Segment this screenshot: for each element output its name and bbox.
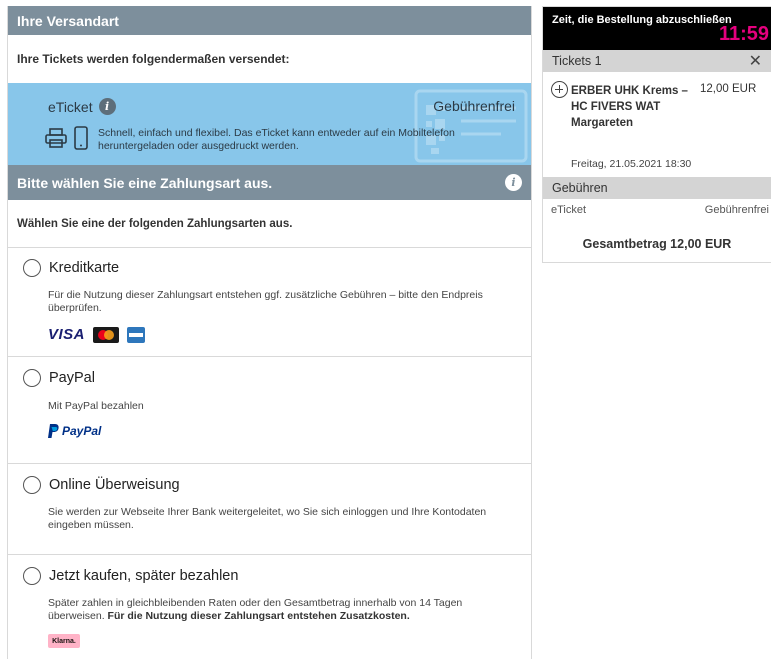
ticket-event-name: ERBER UHK Krems – HC FIVERS WAT Margaret… xyxy=(571,85,688,129)
checkout-main: Ihre Versandart Ihre Tickets werden folg… xyxy=(7,6,532,659)
radio-banktransfer[interactable] xyxy=(23,476,41,494)
payment-method-row[interactable]: PayPal xyxy=(23,369,95,387)
payment-method-description: Sie werden zur Webseite Ihrer Bank weite… xyxy=(48,506,487,531)
ticket-date: Freitag, 21.05.2021 18:30 xyxy=(571,158,692,170)
eticket-label: eTicket xyxy=(48,98,93,115)
eticket-fee: Gebührenfrei xyxy=(433,98,515,114)
order-total: Gesamtbetrag 12,00 EUR xyxy=(582,236,732,251)
visa-logo: VISA xyxy=(48,326,86,343)
payment-method-name: Kreditkarte xyxy=(49,260,120,276)
fee-value: Gebührenfrei xyxy=(704,204,769,216)
klarna-wordmark: Klarna. xyxy=(52,637,76,645)
mastercard-logo xyxy=(93,326,120,343)
eticket-description: Schnell, einfach und flexibel. Das eTick… xyxy=(98,127,455,152)
payment-method-row[interactable]: Jetzt kaufen, später bezahlen xyxy=(23,567,238,585)
amex-logo xyxy=(127,326,146,343)
paypal-logo: PayPal xyxy=(48,424,101,438)
payment-info-icon[interactable]: i xyxy=(505,174,522,191)
ticket-price: 12,00 EUR xyxy=(700,83,757,95)
payment-header-title: Bitte wählen Sie eine Zahlungsart aus. xyxy=(17,174,273,191)
radio-creditcard[interactable] xyxy=(23,259,41,277)
shipping-header: Ihre Versandart xyxy=(8,6,531,35)
close-icon[interactable]: ✕ xyxy=(749,51,762,71)
eticket-title: eTicket i xyxy=(48,98,116,115)
radio-klarna[interactable] xyxy=(23,567,41,585)
payment-header: Bitte wählen Sie eine Zahlungsart aus. i xyxy=(8,165,531,200)
payment-method-creditcard[interactable]: Kreditkarte Für die Nutzung dieser Zahlu… xyxy=(8,248,531,357)
payment-subtitle-text: Wählen Sie eine der folgenden Zahlungsar… xyxy=(17,217,293,230)
info-icon[interactable]: i xyxy=(98,98,116,115)
payment-method-description: Mit PayPal bezahlen xyxy=(48,400,144,412)
paypal-p-icon xyxy=(48,424,59,438)
timer-value: 11:59 xyxy=(718,23,769,45)
eticket-icons xyxy=(45,126,88,150)
payment-method-name: Online Überweisung xyxy=(49,477,180,493)
payment-subtitle: Wählen Sie eine der folgenden Zahlungsar… xyxy=(8,200,531,248)
payment-method-name: PayPal xyxy=(49,370,95,386)
payment-method-name: Jetzt kaufen, später bezahlen xyxy=(49,568,239,584)
radio-paypal[interactable] xyxy=(23,369,41,387)
payment-method-banktransfer[interactable]: Online Überweisung Sie werden zur Websei… xyxy=(8,464,531,555)
klarna-logo: Klarna. xyxy=(48,634,80,648)
payment-method-klarna[interactable]: Jetzt kaufen, später bezahlen Später zah… xyxy=(8,555,531,659)
shipping-subtitle: Ihre Tickets werden folgendermaßen verse… xyxy=(8,35,531,83)
mobile-phone-icon xyxy=(74,126,88,150)
paypal-wordmark: PayPal xyxy=(62,424,102,438)
printer-icon xyxy=(45,128,67,148)
timer-label: Zeit, die Bestellung abzuschließen xyxy=(552,14,732,26)
card-logos: VISA xyxy=(48,326,146,343)
shipping-header-title: Ihre Versandart xyxy=(17,12,119,29)
fees-header-label: Gebühren xyxy=(552,181,608,195)
fees-header: Gebühren xyxy=(543,177,771,199)
payment-method-row[interactable]: Online Überweisung xyxy=(23,476,180,494)
countdown-timer: Zeit, die Bestellung abzuschließen 11:59 xyxy=(543,7,771,50)
payment-method-description: Später zahlen in gleichbleibenden Raten … xyxy=(48,597,508,623)
klarna-description-bold: Für die Nutzung dieser Zahlungsart entst… xyxy=(107,610,410,622)
tickets-header-label: Tickets 1 xyxy=(552,54,602,68)
payment-method-row[interactable]: Kreditkarte xyxy=(23,259,119,277)
expand-plus-icon[interactable] xyxy=(551,81,568,98)
tickets-header: Tickets 1 ✕ xyxy=(543,50,771,72)
fee-name: eTicket xyxy=(551,204,587,216)
ticket-item: ERBER UHK Krems – HC FIVERS WAT Margaret… xyxy=(543,72,771,177)
fee-row: eTicket Gebührenfrei xyxy=(543,199,771,221)
shipping-option-eticket: eTicket i Gebührenfrei Schnell, einfach … xyxy=(8,83,531,165)
payment-method-paypal[interactable]: PayPal Mit PayPal bezahlen PayPal xyxy=(8,357,531,464)
order-summary: Zeit, die Bestellung abzuschließen 11:59… xyxy=(542,6,771,263)
payment-method-description: Für die Nutzung dieser Zahlungsart entst… xyxy=(48,289,483,314)
shipping-subtitle-text: Ihre Tickets werden folgendermaßen verse… xyxy=(17,52,290,66)
